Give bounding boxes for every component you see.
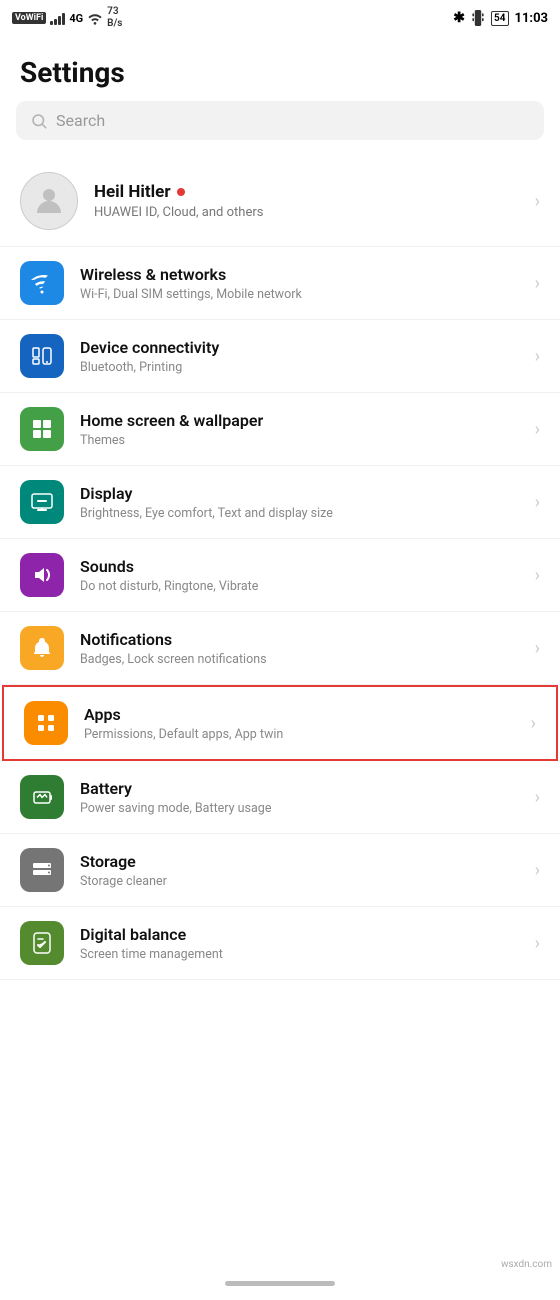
display-text: Display Brightness, Eye comfort, Text an…: [80, 484, 519, 521]
wireless-icon: [20, 261, 64, 305]
notifications-icon: [20, 626, 64, 670]
apps-text: Apps Permissions, Default apps, App twin: [84, 705, 515, 742]
wireless-text: Wireless & networks Wi-Fi, Dual SIM sett…: [80, 265, 519, 302]
digital-balance-text: Digital balance Screen time management: [80, 925, 519, 962]
device-connectivity-icon: [20, 334, 64, 378]
device-connectivity-title: Device connectivity: [80, 338, 519, 357]
home-screen-chevron-icon: ›: [535, 419, 540, 440]
wireless-title: Wireless & networks: [80, 265, 519, 284]
wireless-chevron-icon: ›: [535, 273, 540, 294]
search-placeholder: Search: [56, 111, 105, 130]
storage-title: Storage: [80, 852, 519, 871]
search-icon: [30, 112, 48, 130]
apps-chevron-icon: ›: [531, 713, 536, 734]
display-title: Display: [80, 484, 519, 503]
sounds-text: Sounds Do not disturb, Ringtone, Vibrate: [80, 557, 519, 594]
page-title: Settings: [0, 36, 560, 101]
device-connectivity-subtitle: Bluetooth, Printing: [80, 360, 519, 375]
sounds-chevron-icon: ›: [535, 565, 540, 586]
home-screen-text: Home screen & wallpaper Themes: [80, 411, 519, 448]
status-left: VoWiFi 4G 73B/s: [12, 6, 122, 30]
network-type: 4G: [69, 12, 83, 25]
digital-balance-icon: [20, 921, 64, 965]
device-connectivity-chevron-icon: ›: [535, 346, 540, 367]
digital-balance-title: Digital balance: [80, 925, 519, 944]
watermark: wsxdn.com: [501, 1259, 552, 1270]
home-screen-subtitle: Themes: [80, 433, 519, 448]
bluetooth-icon: ✱: [453, 10, 465, 26]
apps-subtitle: Permissions, Default apps, App twin: [84, 727, 515, 742]
battery-title: Battery: [80, 779, 519, 798]
settings-item-notifications[interactable]: Notifications Badges, Lock screen notifi…: [0, 612, 560, 685]
vibrate-icon: [471, 10, 485, 26]
settings-item-battery[interactable]: Battery Power saving mode, Battery usage…: [0, 761, 560, 834]
battery-chevron-icon: ›: [535, 787, 540, 808]
apps-icon: [24, 701, 68, 745]
sounds-title: Sounds: [80, 557, 519, 576]
home-indicator[interactable]: [225, 1281, 335, 1286]
vowifi-indicator: VoWiFi: [12, 12, 46, 24]
display-icon: [20, 480, 64, 524]
storage-icon: [20, 848, 64, 892]
home-screen-icon: [20, 407, 64, 451]
device-connectivity-text: Device connectivity Bluetooth, Printing: [80, 338, 519, 375]
storage-subtitle: Storage cleaner: [80, 874, 519, 889]
profile-subtitle: HUAWEI ID, Cloud, and others: [94, 205, 263, 220]
wifi-icon: [87, 11, 103, 25]
sounds-subtitle: Do not disturb, Ringtone, Vibrate: [80, 579, 519, 594]
profile-name: Heil Hitler: [94, 182, 263, 202]
signal-bars: [50, 11, 65, 25]
apps-title: Apps: [84, 705, 515, 724]
status-bar: VoWiFi 4G 73B/s ✱ 54 11:03: [0, 0, 560, 36]
sounds-icon: [20, 553, 64, 597]
wireless-subtitle: Wi-Fi, Dual SIM settings, Mobile network: [80, 287, 519, 302]
status-right: ✱ 54 11:03: [453, 10, 548, 26]
settings-item-digital-balance[interactable]: Digital balance Screen time management ›: [0, 907, 560, 980]
settings-item-display[interactable]: Display Brightness, Eye comfort, Text an…: [0, 466, 560, 539]
notifications-title: Notifications: [80, 630, 519, 649]
avatar: [20, 172, 78, 230]
battery-text: Battery Power saving mode, Battery usage: [80, 779, 519, 816]
notifications-chevron-icon: ›: [535, 638, 540, 659]
battery-indicator: 54: [491, 11, 508, 26]
battery-subtitle: Power saving mode, Battery usage: [80, 801, 519, 816]
display-chevron-icon: ›: [535, 492, 540, 513]
notifications-subtitle: Badges, Lock screen notifications: [80, 652, 519, 667]
profile-chevron-icon: ›: [535, 191, 540, 212]
settings-item-device-connectivity[interactable]: Device connectivity Bluetooth, Printing …: [0, 320, 560, 393]
digital-balance-chevron-icon: ›: [535, 933, 540, 954]
settings-list: Wireless & networks Wi-Fi, Dual SIM sett…: [0, 247, 560, 980]
digital-balance-subtitle: Screen time management: [80, 947, 519, 962]
settings-item-home-screen[interactable]: Home screen & wallpaper Themes ›: [0, 393, 560, 466]
notifications-text: Notifications Badges, Lock screen notifi…: [80, 630, 519, 667]
display-subtitle: Brightness, Eye comfort, Text and displa…: [80, 506, 519, 521]
online-indicator: [177, 188, 185, 196]
storage-text: Storage Storage cleaner: [80, 852, 519, 889]
settings-item-storage[interactable]: Storage Storage cleaner ›: [0, 834, 560, 907]
settings-item-sounds[interactable]: Sounds Do not disturb, Ringtone, Vibrate…: [0, 539, 560, 612]
search-bar[interactable]: Search: [16, 101, 544, 140]
settings-item-apps[interactable]: Apps Permissions, Default apps, App twin…: [2, 685, 558, 761]
settings-item-wireless[interactable]: Wireless & networks Wi-Fi, Dual SIM sett…: [0, 247, 560, 320]
network-speed: 73B/s: [107, 6, 122, 30]
clock: 11:03: [515, 11, 549, 26]
home-screen-title: Home screen & wallpaper: [80, 411, 519, 430]
storage-chevron-icon: ›: [535, 860, 540, 881]
battery-settings-icon: [20, 775, 64, 819]
person-icon: [31, 183, 67, 219]
profile-info: Heil Hitler HUAWEI ID, Cloud, and others: [94, 182, 263, 220]
profile-section[interactable]: Heil Hitler HUAWEI ID, Cloud, and others…: [0, 156, 560, 247]
